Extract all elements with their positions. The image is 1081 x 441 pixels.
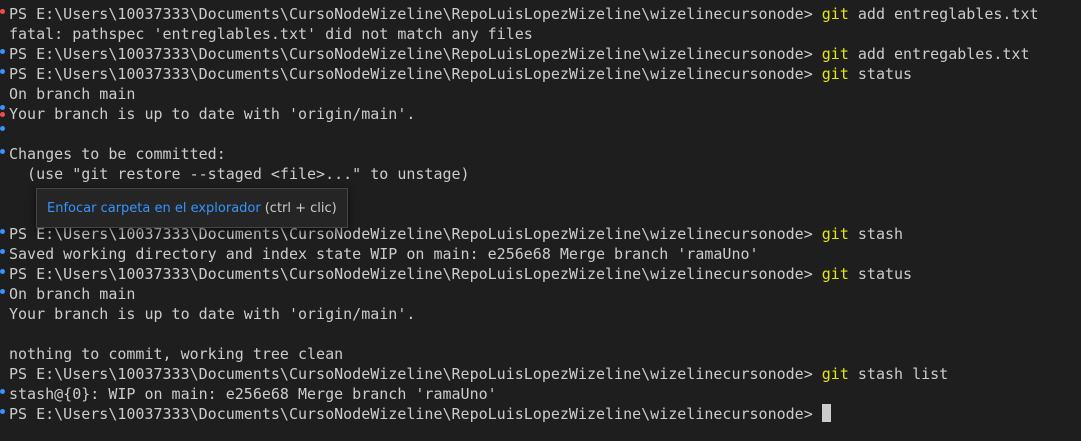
command-name: git: [821, 265, 849, 283]
text-cursor[interactable]: [821, 404, 831, 422]
tooltip-shortcut-hint: (ctrl + clic): [264, 200, 337, 216]
output-line: On branch main: [9, 85, 136, 103]
command-arguments: stash list: [848, 365, 949, 383]
output-line: Your branch is up to date with 'origin/m…: [9, 105, 416, 123]
command-arguments: add entreglables.txt: [848, 5, 1039, 23]
command-name: git: [821, 45, 849, 63]
command-line: PS E:\Users\10037333\Documents\CursoNode…: [9, 44, 1081, 64]
command-success-marker-icon[interactable]: [0, 409, 5, 414]
command-success-marker-icon[interactable]: [0, 249, 5, 254]
command-name: git: [821, 365, 849, 383]
output-line: nothing to commit, working tree clean: [9, 345, 344, 363]
output-line: On branch main: [9, 285, 136, 303]
output-line: Changes to be committed:: [9, 145, 226, 163]
active-prompt-line: PS E:\Users\10037333\Documents\CursoNode…: [9, 404, 1081, 424]
shell-prompt: PS E:\Users\10037333\Documents\CursoNode…: [9, 405, 822, 423]
command-line: PS E:\Users\10037333\Documents\CursoNode…: [9, 364, 1081, 384]
focus-folder-in-explorer-link[interactable]: Enfocar carpeta en el explorador: [47, 201, 261, 216]
command-arguments: stash: [848, 225, 904, 243]
command-name: git: [821, 5, 849, 23]
output-line: stash@{0}: WIP on main: e256e68 Merge br…: [9, 385, 497, 403]
command-success-marker-icon[interactable]: [0, 389, 5, 394]
command-arguments: status: [848, 265, 913, 283]
command-success-marker-icon[interactable]: [0, 126, 5, 131]
shell-prompt: PS E:\Users\10037333\Documents\CursoNode…: [9, 45, 822, 63]
shell-prompt: PS E:\Users\10037333\Documents\CursoNode…: [9, 5, 822, 23]
shell-prompt: PS E:\Users\10037333\Documents\CursoNode…: [9, 265, 822, 283]
command-arguments: status: [848, 65, 913, 83]
command-error-marker-icon[interactable]: [0, 112, 5, 117]
command-success-marker-icon[interactable]: [0, 149, 5, 154]
command-name: git: [821, 225, 849, 243]
command-name: git: [821, 65, 849, 83]
command-arguments: add entregables.txt: [848, 45, 1030, 63]
hover-tooltip: Enfocar carpeta en el explorador (ctrl +…: [36, 188, 348, 228]
command-success-marker-icon[interactable]: [0, 105, 5, 110]
command-success-marker-icon[interactable]: [0, 269, 5, 274]
output-line: (use "git restore --staged <file>..." to…: [9, 165, 470, 183]
command-line: PS E:\Users\10037333\Documents\CursoNode…: [9, 4, 1081, 24]
output-line: fatal: pathspec 'entreglables.txt' did n…: [9, 25, 533, 43]
shell-prompt: PS E:\Users\10037333\Documents\CursoNode…: [9, 365, 822, 383]
command-success-marker-icon[interactable]: [0, 289, 5, 294]
command-success-marker-icon[interactable]: [0, 49, 5, 54]
command-line: PS E:\Users\10037333\Documents\CursoNode…: [9, 264, 1081, 284]
command-success-marker-icon[interactable]: [0, 229, 5, 234]
command-error-marker-icon[interactable]: [0, 9, 5, 14]
command-success-marker-icon[interactable]: [0, 69, 5, 74]
command-line: PS E:\Users\10037333\Documents\CursoNode…: [9, 64, 1081, 84]
output-line: Your branch is up to date with 'origin/m…: [9, 305, 416, 323]
shell-prompt: PS E:\Users\10037333\Documents\CursoNode…: [9, 65, 822, 83]
output-line: Saved working directory and index state …: [9, 245, 759, 263]
